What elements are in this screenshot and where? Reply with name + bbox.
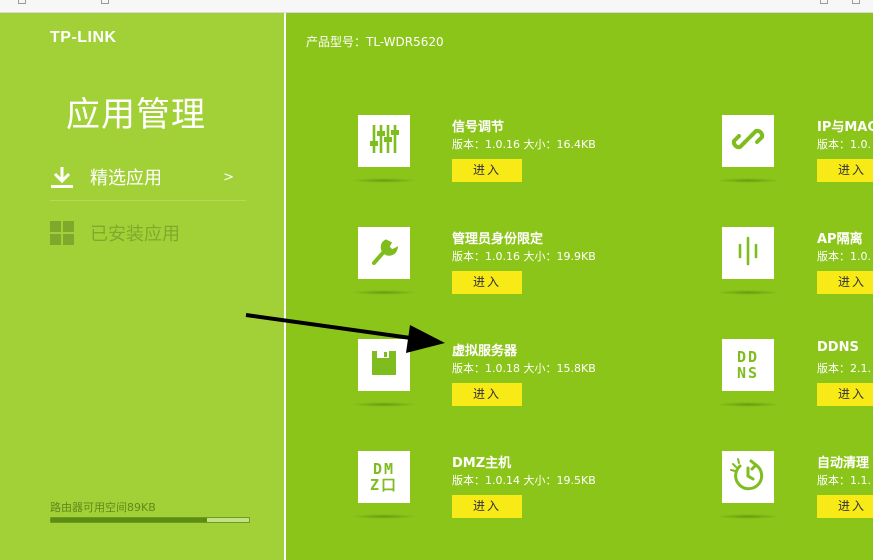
ddns-icon: DD NS: [736, 348, 760, 382]
app-name: IP与MAC: [817, 120, 873, 135]
enter-button[interactable]: 进入: [817, 159, 873, 182]
dmz-icon: DM Z口: [369, 460, 399, 494]
tile-shadow: [715, 290, 781, 295]
app-name: DMZ主机: [452, 456, 512, 471]
nav-item-label: 已安装应用: [90, 224, 180, 245]
app-name: DDNS: [817, 340, 859, 355]
enter-button[interactable]: 进入: [452, 495, 522, 518]
app-meta: 版本：1.0.14 大小：19.5KB: [452, 474, 596, 487]
enter-button[interactable]: 进入: [452, 159, 522, 182]
app-meta: 版本：1.0.: [817, 250, 871, 263]
nav-item-featured-apps[interactable]: 精选应用 >: [50, 153, 246, 201]
app-name: 管理员身份限定: [452, 232, 544, 247]
annotation-arrow-icon: [245, 313, 445, 353]
browser-top-strip: [0, 0, 873, 13]
app-name: 信号调节: [452, 120, 505, 135]
app-meta: 版本：1.1.: [817, 474, 871, 487]
page-title: 应用管理: [66, 95, 206, 135]
link-icon: [730, 121, 766, 161]
app-tile-dmz-host[interactable]: DM Z口: [358, 451, 410, 503]
app-tile-ddns[interactable]: DD NS: [722, 339, 774, 391]
app-tile-signal-adjust[interactable]: [358, 115, 410, 167]
wrench-icon: [366, 233, 402, 273]
enter-button[interactable]: 进入: [452, 383, 522, 406]
download-icon: [50, 165, 74, 189]
tile-shadow: [715, 402, 781, 407]
tp-link-logo: TP-LINK: [50, 29, 117, 46]
app-tile-admin-restrict[interactable]: [358, 227, 410, 279]
app-tile-ap-isolation[interactable]: [722, 227, 774, 279]
tile-shadow: [351, 402, 417, 407]
storage-label: 路由器可用空间89KB: [50, 501, 156, 514]
toolbar-fragment: [852, 0, 860, 4]
nav-item-label: 精选应用: [90, 167, 162, 189]
app-list-panel: 产品型号：TL-WDR5620 信号调节 版本：1.0.16 大小：16.4KB…: [286, 13, 873, 560]
app-name: 虚拟服务器: [452, 344, 518, 359]
app-meta: 版本：1.0.16 大小：19.9KB: [452, 250, 596, 263]
grid-icon: [50, 221, 74, 245]
toolbar-fragment: [820, 0, 828, 4]
enter-button[interactable]: 进入: [817, 383, 873, 406]
sliders-icon: [366, 121, 402, 161]
auto-clean-icon: [729, 456, 767, 498]
toolbar-fragment: [101, 0, 109, 4]
chevron-right-icon: >: [223, 170, 234, 185]
app-meta: 版本：1.0.16 大小：16.4KB: [452, 138, 596, 151]
enter-button[interactable]: 进入: [452, 271, 522, 294]
toolbar-fragment: [18, 0, 26, 4]
storage-progress-fill: [51, 518, 208, 522]
product-model: 产品型号：TL-WDR5620: [306, 35, 444, 49]
tile-shadow: [351, 290, 417, 295]
enter-button[interactable]: 进入: [817, 271, 873, 294]
app-meta: 版本：2.1.: [817, 362, 871, 375]
app-name: 自动清理: [817, 456, 870, 471]
tile-shadow: [715, 178, 781, 183]
app-tile-ip-mac[interactable]: [722, 115, 774, 167]
app-meta: 版本：1.0.: [817, 138, 871, 151]
ap-isolation-icon: [730, 233, 766, 273]
app-name: AP隔离: [817, 232, 863, 247]
sidebar: TP-LINK 应用管理 精选应用 > 已安装应用 路由器可用空间89KB: [0, 13, 284, 560]
storage-progress-bar: [50, 517, 250, 523]
app-tile-auto-clean[interactable]: [722, 451, 774, 503]
tile-shadow: [715, 514, 781, 519]
nav-item-installed-apps[interactable]: 已安装应用: [50, 209, 246, 257]
enter-button[interactable]: 进入: [817, 495, 873, 518]
app-meta: 版本：1.0.18 大小：15.8KB: [452, 362, 596, 375]
tile-shadow: [351, 178, 417, 183]
tile-shadow: [351, 514, 417, 519]
